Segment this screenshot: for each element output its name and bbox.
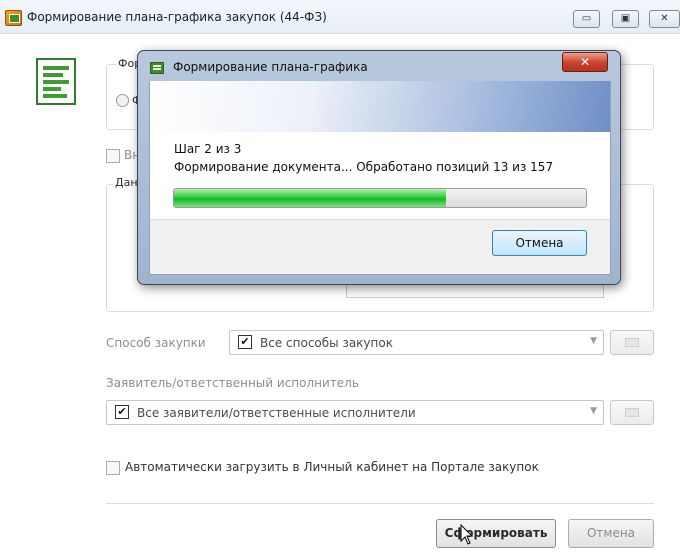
chevron-down-icon[interactable]: ▼ <box>590 406 597 416</box>
procurement-method-checkbox[interactable]: ✔ <box>238 335 252 349</box>
dialog-body: Шаг 2 из 3 Формирование документа... Обр… <box>149 132 611 275</box>
dialog-footer: Отмена <box>150 219 610 274</box>
window-title: Формирование плана-графика закупок (44-Ф… <box>27 10 327 24</box>
minimize-button[interactable]: ▭ <box>573 10 600 28</box>
dialog-app-icon <box>150 62 164 74</box>
data-group-label: Дан <box>113 176 140 189</box>
close-button[interactable]: ✕ <box>649 10 680 28</box>
top-checkbox[interactable] <box>106 149 120 163</box>
procurement-method-label: Способ закупки <box>106 336 206 350</box>
progress-dialog: Формирование плана-графика ✕ Шаг 2 из 3 … <box>137 50 621 285</box>
dialog-cancel-button[interactable]: Отмена <box>492 230 587 256</box>
app-icon <box>5 10 22 26</box>
window-titlebar: Формирование плана-графика закупок (44-Ф… <box>0 0 680 34</box>
format-radio-button[interactable] <box>116 94 129 107</box>
autoload-checkbox[interactable] <box>106 461 120 475</box>
applicant-checkbox[interactable]: ✔ <box>115 405 129 419</box>
step-indicator: Шаг 2 из 3 <box>174 142 242 156</box>
dialog-banner <box>149 81 611 132</box>
procurement-method-select-button[interactable] <box>610 330 654 355</box>
chevron-down-icon[interactable]: ▼ <box>590 336 597 346</box>
form-button[interactable]: Сформировать <box>436 519 556 548</box>
procurement-method-value: Все способы закупок <box>260 336 393 350</box>
progress-bar-fill <box>174 189 446 207</box>
applicant-value: Все заявители/ответственные исполнители <box>137 406 416 420</box>
cancel-button[interactable]: Отмена <box>568 519 654 548</box>
dialog-titlebar: Формирование плана-графика ✕ <box>138 51 620 81</box>
applicant-combo[interactable]: ✔ Все заявители/ответственные исполнител… <box>106 400 604 425</box>
applicant-label: Заявитель/ответственный исполнитель <box>106 376 359 390</box>
dialog-close-button[interactable]: ✕ <box>562 52 608 72</box>
procurement-method-combo[interactable]: ✔ Все способы закупок ▼ <box>229 330 604 355</box>
document-list-icon <box>36 58 76 105</box>
autoload-label: Автоматически загрузить в Личный кабинет… <box>125 460 539 474</box>
footer-divider <box>106 503 654 504</box>
dialog-title: Формирование плана-графика <box>173 60 368 74</box>
progress-bar <box>173 188 587 208</box>
applicant-select-button[interactable] <box>610 400 654 425</box>
progress-status: Формирование документа... Обработано поз… <box>174 160 554 174</box>
mouse-pointer-icon <box>460 524 474 545</box>
maximize-button[interactable]: ▣ <box>612 10 639 28</box>
